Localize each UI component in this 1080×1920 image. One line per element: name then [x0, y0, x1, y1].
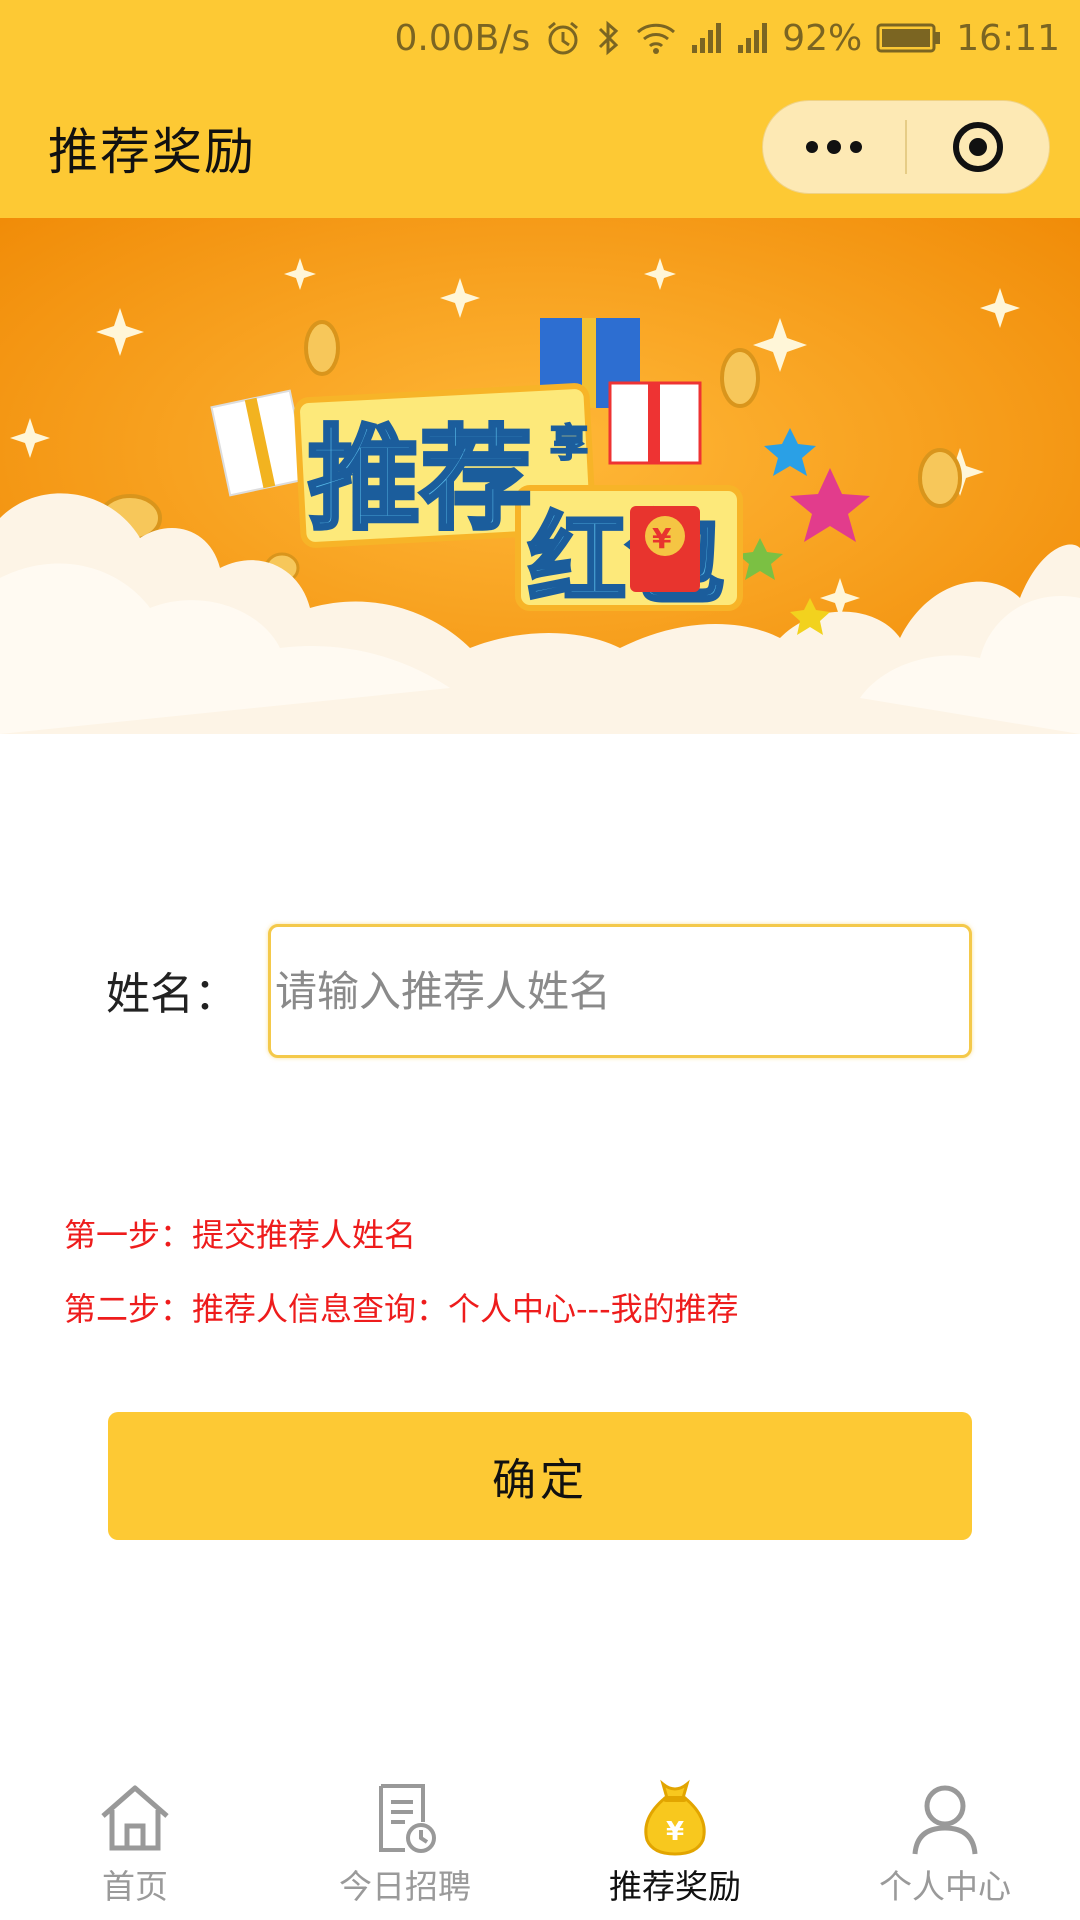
- more-button[interactable]: [763, 101, 905, 193]
- document-clock-icon: [379, 1784, 436, 1853]
- more-dots-icon: [806, 140, 862, 154]
- money-bag-icon: ¥: [644, 1779, 706, 1856]
- signal-icon-2: [736, 21, 768, 55]
- referrer-name-input[interactable]: [268, 924, 972, 1058]
- banner-title-line1: 推荐: [308, 415, 532, 545]
- step-two-text: 第二步：推荐人信息查询：个人中心---我的推荐: [64, 1290, 739, 1328]
- signal-icon: [690, 21, 722, 55]
- battery-percent: 92%: [782, 17, 863, 59]
- tab-home-label: 首页: [102, 1867, 168, 1906]
- steps-instructions: 第一步：提交推荐人姓名 第二步：推荐人信息查询：个人中心---我的推荐: [64, 1198, 739, 1346]
- battery-icon: [876, 22, 942, 54]
- target-circle-icon: [953, 122, 1003, 172]
- svg-text:¥: ¥: [666, 1817, 684, 1847]
- wifi-icon: [636, 21, 676, 55]
- clock-time: 16:11: [956, 17, 1060, 59]
- tab-profile-label: 个人中心: [879, 1867, 1011, 1906]
- screen: 0.00B/s 92% 16:11 推荐奖励 推荐 享 红包 ¥ 姓名： 请输入…: [0, 0, 1080, 1920]
- top-bar: 0.00B/s 92% 16:11 推荐奖励: [0, 0, 1080, 218]
- page-title: 推荐奖励: [48, 123, 256, 181]
- tab-home[interactable]: 首页: [0, 1760, 270, 1920]
- tab-profile[interactable]: 个人中心: [810, 1760, 1080, 1920]
- tab-today-jobs[interactable]: 今日招聘: [270, 1760, 540, 1920]
- close-miniprogram-button[interactable]: [907, 101, 1049, 193]
- tab-referral-rewards-label: 推荐奖励: [609, 1867, 741, 1906]
- status-bar: 0.00B/s 92% 16:11: [0, 0, 1080, 76]
- bottom-tab-bar: 首页 今日招聘 ¥ 推荐奖励 个人中心: [0, 1760, 1080, 1920]
- home-icon: [101, 1785, 169, 1851]
- red-envelope-yen: ¥: [652, 522, 672, 555]
- promo-banner: 推荐 享 红包 ¥: [0, 218, 1080, 734]
- name-label: 姓名：: [106, 969, 238, 1020]
- miniprogram-capsule: [762, 100, 1050, 194]
- step-one-text: 第一步：提交推荐人姓名: [64, 1216, 417, 1254]
- net-speed: 0.00B/s: [394, 17, 531, 59]
- user-icon: [912, 1785, 978, 1855]
- bluetooth-icon: [596, 19, 622, 57]
- alarm-icon: [544, 19, 582, 57]
- tab-today-jobs-label: 今日招聘: [339, 1867, 471, 1906]
- banner-illustration: 推荐 享 红包 ¥: [0, 218, 1080, 734]
- confirm-button[interactable]: 确定: [108, 1412, 972, 1540]
- banner-small-char: 享: [550, 421, 588, 465]
- tab-referral-rewards[interactable]: ¥ 推荐奖励: [540, 1760, 810, 1920]
